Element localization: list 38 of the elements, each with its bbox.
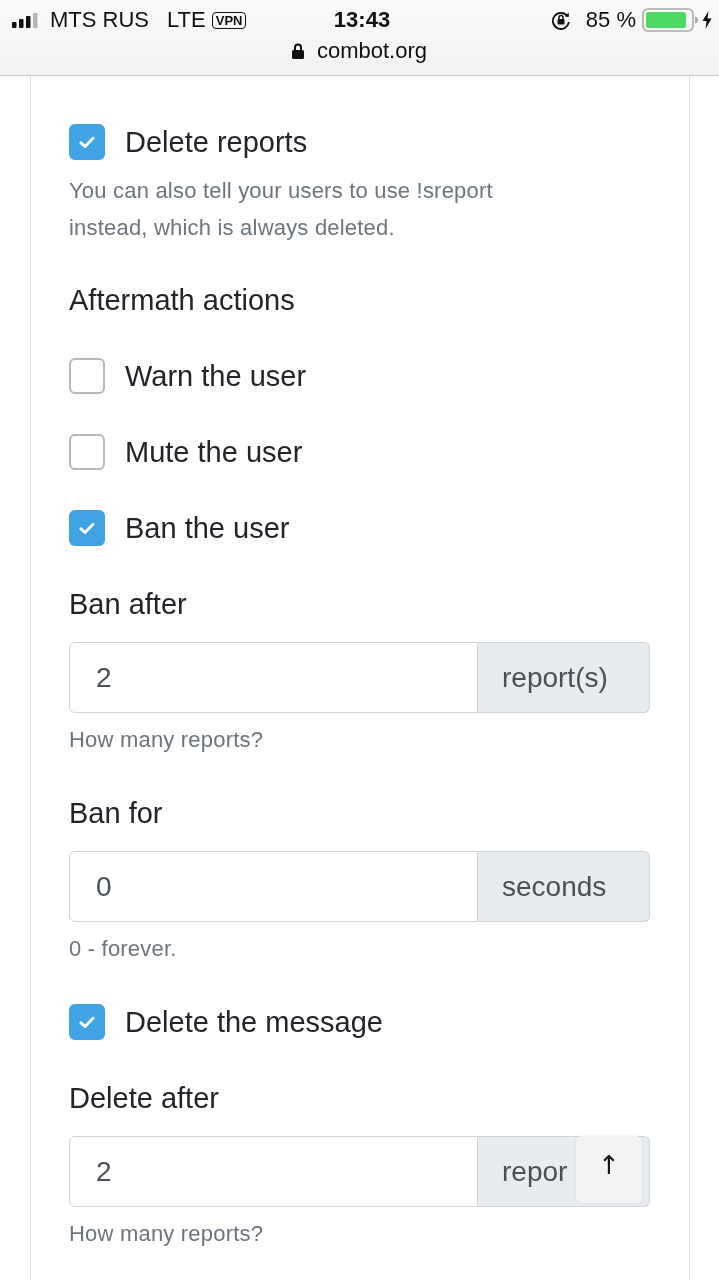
- clock-time: 13:43: [333, 7, 391, 33]
- number-input[interactable]: 0: [69, 851, 478, 922]
- field-label: Ban for: [69, 796, 164, 831]
- checkbox[interactable]: [69, 434, 105, 470]
- unit-addon: seconds: [478, 851, 650, 922]
- field-label: Delete after: [69, 1081, 220, 1116]
- battery-icon: [642, 8, 699, 32]
- checkbox[interactable]: [69, 1004, 105, 1040]
- unit-addon: report(s): [478, 642, 650, 713]
- section-heading: Aftermath actions: [69, 283, 296, 318]
- help-text: How many reports?: [69, 726, 265, 754]
- charging-bolt-icon: [702, 11, 712, 29]
- checkbox-label: Delete reports: [125, 125, 308, 160]
- check-icon: [79, 135, 95, 149]
- signal-icon: [12, 12, 38, 28]
- network-type: LTE: [167, 7, 206, 33]
- checkbox[interactable]: [69, 510, 105, 546]
- vpn-badge: VPN: [211, 11, 247, 29]
- help-text: 0 - forever.: [69, 935, 178, 963]
- checkbox[interactable]: [69, 124, 105, 160]
- check-icon: [79, 1015, 95, 1029]
- help-text: How many reports?: [69, 1220, 265, 1248]
- help-text: You can also tell your users to use !sreport instead, which is always deleted.: [69, 177, 494, 242]
- back-to-top-button[interactable]: ↑: [576, 1136, 642, 1203]
- url-text[interactable]: combot.org: [316, 38, 428, 64]
- lock-icon: [291, 43, 304, 59]
- field-label: Ban after: [69, 587, 188, 622]
- checkbox[interactable]: [69, 358, 105, 394]
- check-icon: [79, 521, 95, 535]
- number-input[interactable]: 2: [69, 1136, 478, 1207]
- battery-percentage: 85 %: [585, 7, 636, 33]
- checkbox-label: Delete the message: [125, 1005, 383, 1040]
- rotation-lock-icon: [550, 10, 571, 30]
- number-input[interactable]: 2: [69, 642, 478, 713]
- checkbox-label: Ban the user: [125, 511, 290, 546]
- checkbox-label: Mute the user: [125, 435, 303, 470]
- carrier-name: MTS RUS: [50, 7, 149, 33]
- checkbox-label: Warn the user: [125, 359, 307, 394]
